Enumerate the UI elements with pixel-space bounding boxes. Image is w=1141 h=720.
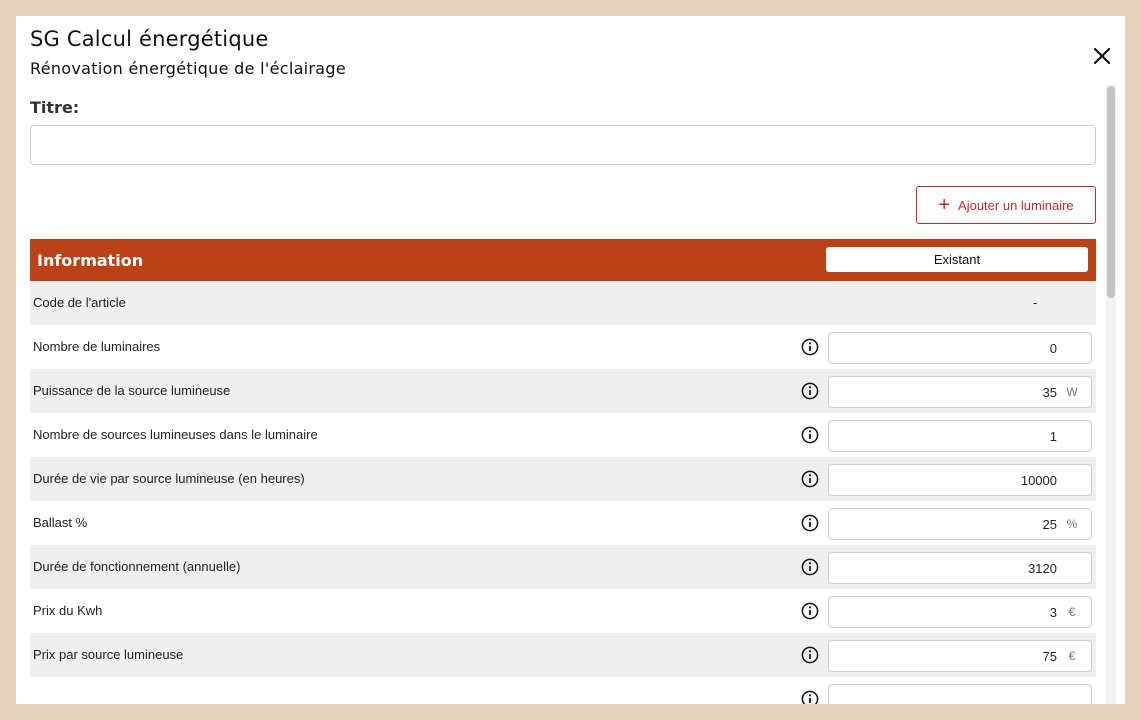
light-source-lifetime-input[interactable]	[829, 472, 1057, 488]
add-luminaire-button[interactable]: + Ajouter un luminaire	[916, 186, 1096, 224]
info-icon[interactable]	[801, 338, 819, 356]
table-row-ballast: Ballast % %	[30, 501, 1096, 545]
partial-field[interactable]	[828, 684, 1092, 704]
unit-label: €	[1068, 649, 1076, 663]
scrollbar[interactable]	[1106, 84, 1116, 704]
info-icon[interactable]	[801, 602, 819, 620]
annual-operating-time-field[interactable]	[828, 552, 1092, 584]
row-label: Ballast %	[33, 515, 88, 530]
title-input[interactable]	[30, 125, 1096, 165]
dialog-title: SG Calcul énergétique	[30, 27, 269, 51]
kwh-price-field[interactable]: €	[828, 596, 1092, 628]
close-button[interactable]	[1090, 44, 1114, 68]
table-header-title: Information	[37, 251, 144, 270]
table-header: Information Existant	[30, 239, 1096, 281]
table-row-luminaire-count: Nombre de luminaires	[30, 325, 1096, 369]
dialog-subtitle: Rénovation énergétique de l'éclairage	[30, 59, 346, 78]
table-row-annual-operating-time: Durée de fonctionnement (annuelle)	[30, 545, 1096, 589]
table-row-light-source-price: Prix par source lumineuse €	[30, 633, 1096, 677]
existing-column-button[interactable]: Existant	[826, 247, 1088, 272]
light-sources-per-luminaire-input[interactable]	[829, 428, 1057, 444]
unit-label: %	[1066, 517, 1078, 531]
light-source-lifetime-field[interactable]	[828, 464, 1092, 496]
row-label: Nombre de sources lumineuses dans le lum…	[33, 427, 318, 442]
table-row-light-source-power: Puissance de la source lumineuse W	[30, 369, 1096, 413]
ballast-field[interactable]: %	[828, 508, 1092, 540]
unit-label: W	[1066, 385, 1078, 399]
row-label: Durée de vie par source lumineuse (en he…	[33, 471, 305, 486]
annual-operating-time-input[interactable]	[829, 560, 1057, 576]
close-icon	[1093, 47, 1111, 65]
information-table: Information Existant Code de l'article -…	[30, 239, 1096, 704]
plus-icon: +	[938, 194, 951, 216]
article-code-value: -	[1033, 295, 1038, 310]
info-icon[interactable]	[801, 558, 819, 576]
info-icon[interactable]	[801, 382, 819, 400]
row-label: Puissance de la source lumineuse	[33, 383, 231, 398]
light-source-power-field[interactable]: W	[828, 376, 1092, 408]
energy-calculator-dialog: SG Calcul énergétique Rénovation énergét…	[16, 16, 1125, 704]
ballast-input[interactable]	[829, 516, 1057, 532]
table-row-partial	[30, 677, 1096, 704]
table-row-light-sources-per-luminaire: Nombre de sources lumineuses dans le lum…	[30, 413, 1096, 457]
info-icon[interactable]	[801, 470, 819, 488]
add-luminaire-label: Ajouter un luminaire	[958, 197, 1074, 213]
light-source-power-input[interactable]	[829, 384, 1057, 400]
luminaire-count-input[interactable]	[829, 340, 1057, 356]
luminaire-count-field[interactable]	[828, 332, 1092, 364]
light-source-price-input[interactable]	[829, 648, 1057, 664]
light-sources-per-luminaire-field[interactable]	[828, 420, 1092, 452]
table-row-light-source-lifetime: Durée de vie par source lumineuse (en he…	[30, 457, 1096, 501]
kwh-price-input[interactable]	[829, 604, 1057, 620]
info-icon[interactable]	[801, 646, 819, 664]
table-row-article-code: Code de l'article -	[30, 281, 1096, 325]
title-label: Titre:	[30, 98, 80, 117]
unit-label: €	[1068, 605, 1076, 619]
row-label: Code de l'article	[33, 295, 126, 310]
row-label: Durée de fonctionnement (annuelle)	[33, 559, 241, 574]
scrollbar-thumb[interactable]	[1107, 86, 1115, 298]
light-source-price-field[interactable]: €	[828, 640, 1092, 672]
table-row-kwh-price: Prix du Kwh €	[30, 589, 1096, 633]
info-icon[interactable]	[801, 426, 819, 444]
row-label: Nombre de luminaires	[33, 339, 161, 354]
info-icon[interactable]	[801, 514, 819, 532]
info-icon[interactable]	[801, 690, 819, 704]
row-label: Prix par source lumineuse	[33, 647, 184, 662]
row-label: Prix du Kwh	[33, 603, 103, 618]
